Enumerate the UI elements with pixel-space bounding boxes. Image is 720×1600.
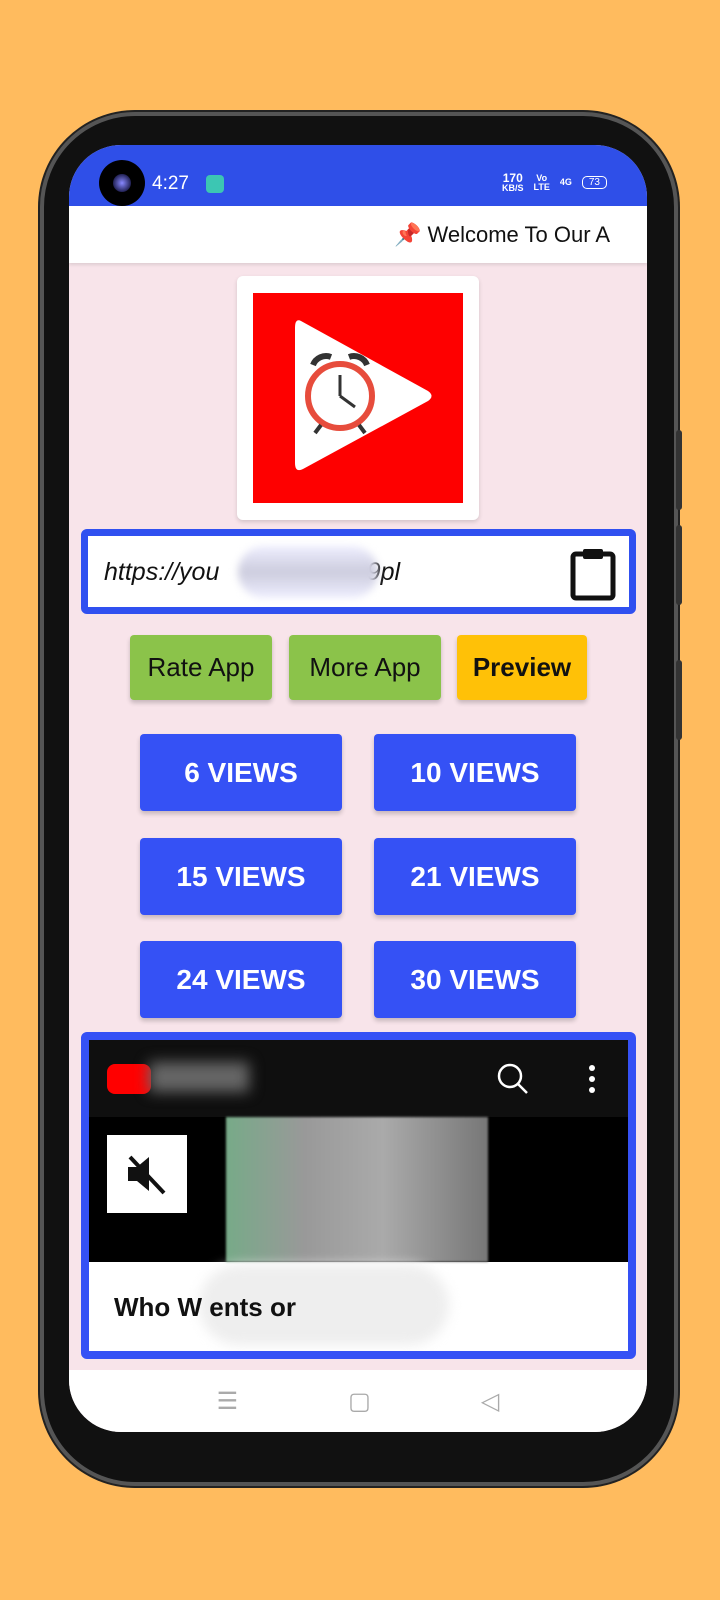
views-6-button[interactable]: 6 VIEWS: [140, 734, 342, 811]
network-speed: 170 KB/S: [502, 171, 524, 193]
youtube-header: [89, 1040, 628, 1117]
redaction-blur: [149, 1062, 249, 1092]
app-logo: [237, 276, 479, 520]
views-10-button[interactable]: 10 VIEWS: [374, 734, 576, 811]
video-player[interactable]: [89, 1117, 628, 1262]
volume-button: [676, 525, 682, 605]
power-button: [676, 660, 682, 740]
battery-icon: 73: [581, 176, 607, 189]
muted-speaker-icon: [128, 1155, 166, 1195]
views-24-button[interactable]: 24 VIEWS: [140, 941, 342, 1018]
status-bar: 4:27 170 KB/S Vo LTE 4G 73: [69, 145, 647, 206]
youtube-logo: [107, 1064, 151, 1094]
status-time: 4:27: [152, 173, 189, 194]
volume-button: [676, 430, 682, 510]
youtube-webview[interactable]: Who W ents or: [81, 1032, 636, 1359]
url-input[interactable]: https://you r99pl: [81, 529, 636, 614]
clipboard-paste-icon[interactable]: [569, 546, 617, 602]
menu-icon[interactable]: ☰: [217, 1387, 239, 1416]
more-options-icon[interactable]: [588, 1064, 596, 1094]
search-icon[interactable]: [496, 1062, 530, 1096]
rate-app-button[interactable]: Rate App: [130, 635, 272, 700]
navigation-bar: ☰ ▢ ◁: [69, 1370, 647, 1432]
more-app-button[interactable]: More App: [289, 635, 441, 700]
views-21-button[interactable]: 21 VIEWS: [374, 838, 576, 915]
status-icons: 170 KB/S Vo LTE 4G 73: [502, 172, 607, 193]
welcome-marquee: 📌 Welcome To Our A: [69, 206, 647, 263]
signal-icon: 4G: [559, 177, 572, 187]
views-15-button[interactable]: 15 VIEWS: [140, 838, 342, 915]
redaction-blur: [238, 546, 378, 598]
video-title[interactable]: Who W ents or: [114, 1292, 296, 1323]
back-icon[interactable]: ◁: [481, 1387, 499, 1416]
play-alarm-icon: [295, 320, 432, 471]
volte-icon: Vo LTE: [533, 172, 550, 192]
home-icon[interactable]: ▢: [348, 1387, 371, 1416]
notification-icon: [206, 175, 224, 193]
views-30-button[interactable]: 30 VIEWS: [374, 941, 576, 1018]
screen: 4:27 170 KB/S Vo LTE 4G 73 📌 Welcome To Ou…: [69, 145, 647, 1432]
preview-button[interactable]: Preview: [457, 635, 587, 700]
mute-button[interactable]: [107, 1135, 187, 1213]
video-thumbnail: [226, 1117, 488, 1262]
camera-icon: [99, 160, 145, 206]
